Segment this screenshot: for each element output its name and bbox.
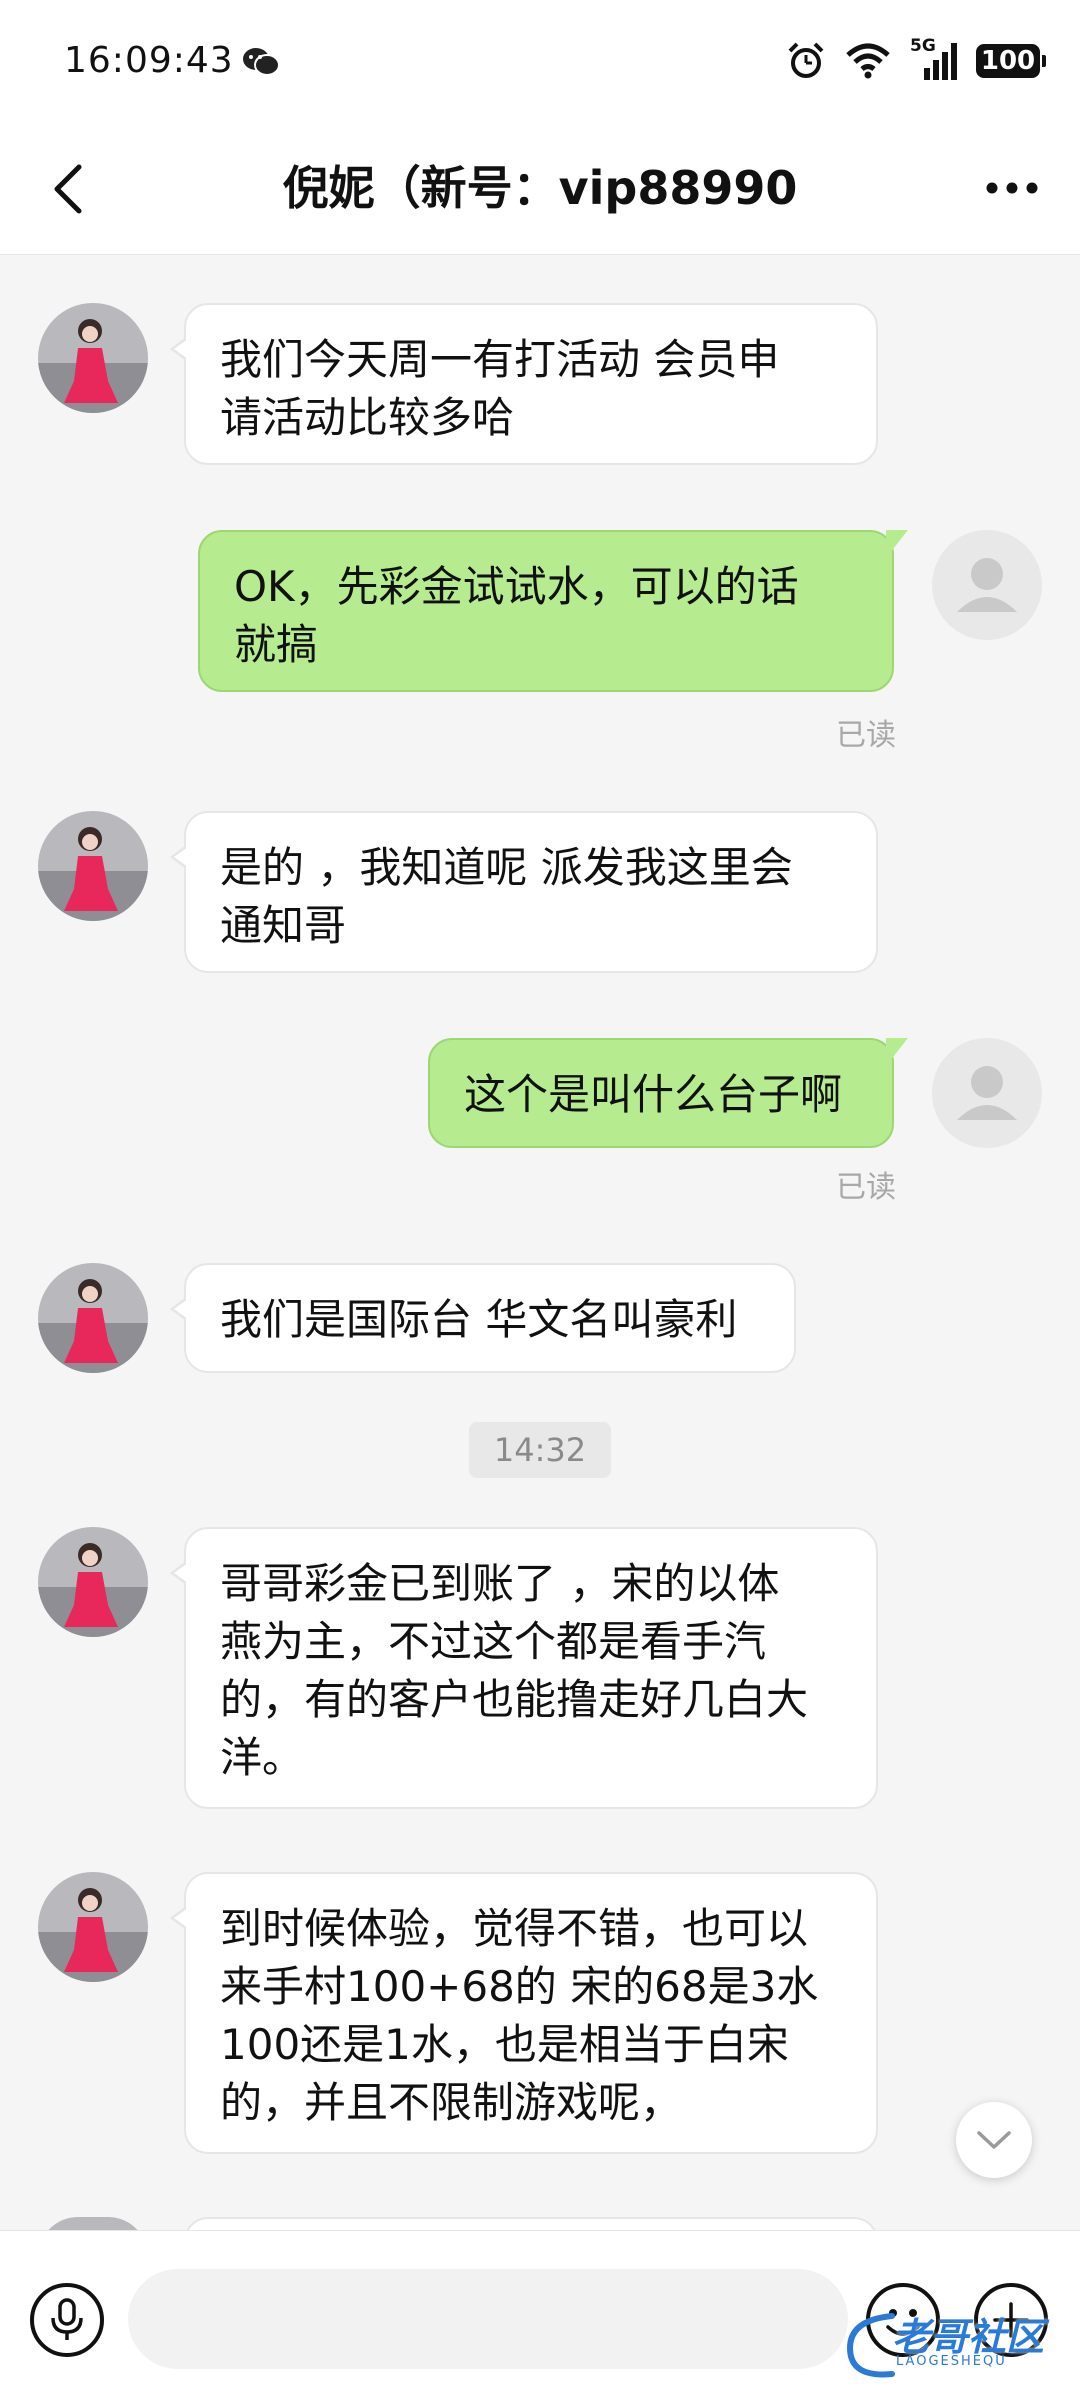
message-list[interactable]: 我们今天周一有打活动 会员申 请活动比较多哈 OK，先彩金试试水，可以的话 就搞… <box>0 255 1080 2230</box>
watermark-logo: 老哥社区 LAOGESHEQU <box>842 2302 1074 2386</box>
chat-header: 倪妮（新号：vip88990 <box>0 124 1080 255</box>
message-input[interactable] <box>128 2269 848 2369</box>
incoming-message-bubble[interactable]: 是的 ，我知道呢 派发我这里会 通知哥 <box>170 811 878 973</box>
contact-avatar[interactable] <box>38 1872 148 1982</box>
read-receipt: 已读 <box>836 1170 896 1205</box>
wechat-notification-icon <box>243 48 280 76</box>
wifi-icon <box>846 43 890 79</box>
contact-avatar[interactable] <box>38 811 148 921</box>
status-bar: 16:09:43 5G 100 <box>0 0 1080 124</box>
message-text: 这个是叫什么台子啊 <box>464 1070 843 1119</box>
contact-avatar-image <box>38 1872 148 1982</box>
timestamp-divider: 14:32 <box>469 1422 611 1478</box>
contact-avatar-image <box>38 303 148 413</box>
scroll-to-bottom-button[interactable] <box>956 2102 1032 2178</box>
contact-avatar-image <box>38 811 148 921</box>
my-avatar[interactable] <box>932 530 1042 640</box>
status-icons: 5G 100 <box>786 36 1046 86</box>
contact-avatar-partial <box>38 2217 148 2230</box>
battery-level: 100 <box>980 46 1036 76</box>
chevron-down-icon <box>977 2131 1011 2149</box>
more-dots-icon <box>986 182 1038 194</box>
chat-title: 倪妮（新号：vip88990 <box>282 161 798 215</box>
battery-indicator: 100 <box>976 44 1046 78</box>
message-text: 我们是国际台 华文名叫豪利 <box>220 1295 738 1344</box>
voice-input-button[interactable] <box>30 2283 104 2357</box>
contact-avatar[interactable] <box>38 1263 148 1373</box>
outgoing-message-bubble[interactable]: 这个是叫什么台子啊 <box>428 1038 908 1148</box>
default-user-icon <box>957 558 1017 612</box>
message-text: 我们今天周一有打活动 会员申 请活动比较多哈 <box>220 335 780 442</box>
message-text: OK，先彩金试试水，可以的话 就搞 <box>234 562 799 669</box>
read-receipt: 已读 <box>836 718 896 753</box>
contact-avatar[interactable] <box>38 1527 148 1637</box>
incoming-message-bubble[interactable]: 我们是国际台 华文名叫豪利 <box>170 1263 796 1373</box>
contact-avatar-image <box>38 1527 148 1637</box>
my-avatar[interactable] <box>932 1038 1042 1148</box>
chevron-left-icon <box>54 164 82 214</box>
incoming-message-bubble[interactable]: 到时候体验，觉得不错，也可以 来手村100+68的 宋的68是3水 100还是1… <box>170 1872 878 2154</box>
message-text: 是的 ，我知道呢 派发我这里会 通知哥 <box>220 843 793 950</box>
incoming-message-bubble[interactable]: 我们今天周一有打活动 会员申 请活动比较多哈 <box>170 303 878 465</box>
microphone-icon <box>51 2298 83 2340</box>
watermark-subtext: LAOGESHEQU <box>896 2354 1007 2369</box>
watermark-text: 老哥社区 <box>892 2315 1045 2359</box>
default-user-icon <box>957 1066 1017 1120</box>
contact-avatar-image <box>38 1263 148 1373</box>
status-time: 16:09:43 <box>64 40 234 81</box>
back-button[interactable] <box>38 154 98 224</box>
contact-avatar[interactable] <box>38 303 148 413</box>
incoming-message-bubble[interactable]: 哥哥彩金已到账了 ，宋的以体 燕为主，不过这个都是看手汽 的，有的客户也能撸走好… <box>170 1527 878 1809</box>
message-text: 到时候体验，觉得不错，也可以 来手村100+68的 宋的68是3水 100还是1… <box>220 1904 819 2127</box>
more-options-button[interactable] <box>974 156 1050 220</box>
incoming-message-bubble-partial <box>184 2217 878 2230</box>
alarm-icon <box>788 42 824 78</box>
outgoing-message-bubble[interactable]: OK，先彩金试试水，可以的话 就搞 <box>198 530 908 692</box>
cellular-signal-icon: 5G <box>910 36 958 82</box>
message-text: 哥哥彩金已到账了 ，宋的以体 燕为主，不过这个都是看手汽 的，有的客户也能撸走好… <box>220 1559 809 1782</box>
